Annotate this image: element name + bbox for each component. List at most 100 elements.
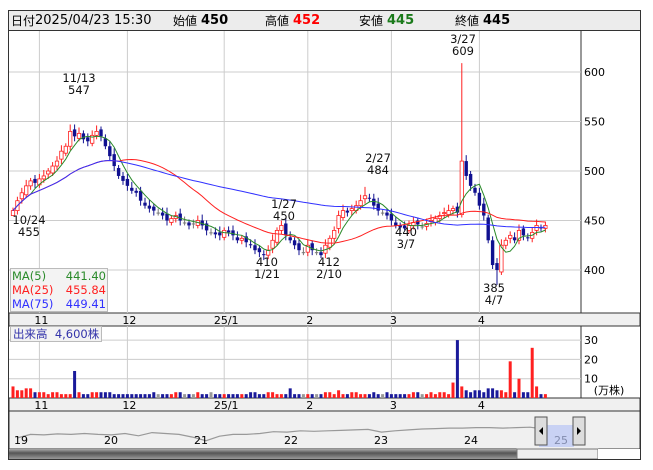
scrollbar-thumb[interactable] bbox=[516, 448, 599, 459]
volume-bar bbox=[222, 394, 226, 398]
navigator-year-label: 20 bbox=[104, 434, 118, 447]
candle-body bbox=[41, 175, 46, 180]
volume-bar bbox=[178, 392, 182, 398]
date-tick-label: 12 bbox=[122, 399, 136, 412]
volume-bar bbox=[161, 394, 165, 398]
candle-body bbox=[345, 210, 350, 213]
volume-bar bbox=[345, 394, 349, 398]
volume-bar bbox=[86, 394, 90, 398]
volume-bar bbox=[284, 394, 288, 398]
volume-bar bbox=[315, 394, 319, 398]
volume-bar bbox=[455, 340, 459, 398]
candle-body bbox=[222, 229, 227, 238]
candle-body bbox=[178, 213, 182, 221]
candle-body bbox=[59, 150, 64, 160]
volume-bar bbox=[350, 392, 354, 398]
volume-bar bbox=[139, 394, 143, 398]
volume-bar bbox=[381, 394, 385, 398]
volume-bar bbox=[310, 394, 314, 398]
candle-body bbox=[187, 222, 191, 226]
volume-bar bbox=[143, 394, 147, 398]
volume-bar bbox=[20, 390, 24, 398]
volume-bar bbox=[108, 392, 112, 398]
volume-bar bbox=[513, 392, 517, 398]
volume-bar bbox=[535, 386, 539, 398]
volume-bar bbox=[306, 394, 310, 398]
annotation-price: 609 bbox=[452, 44, 474, 58]
candle-body bbox=[526, 237, 530, 239]
candle-body bbox=[54, 160, 60, 167]
date-axis-strip bbox=[9, 312, 640, 327]
stock-chart-window: 日付 2025/04/23 15:30 始値 450 高値 452 安値 445… bbox=[8, 10, 641, 460]
volume-bar bbox=[499, 390, 503, 398]
candle-body bbox=[19, 192, 24, 200]
candle-body bbox=[508, 234, 513, 239]
volume-bar bbox=[205, 394, 209, 398]
candle-body bbox=[116, 168, 121, 176]
volume-bar bbox=[477, 390, 481, 398]
volume-bar bbox=[240, 394, 244, 398]
volume-bar bbox=[169, 394, 173, 398]
volume-bar bbox=[174, 392, 178, 398]
volume-bar bbox=[196, 392, 200, 398]
volume-bar bbox=[367, 394, 371, 398]
candle-body bbox=[380, 212, 385, 214]
volume-bar bbox=[262, 394, 266, 398]
date-tick-label: 4 bbox=[478, 314, 485, 327]
volume-bar bbox=[508, 361, 512, 398]
volume-bar bbox=[359, 394, 363, 398]
volume-unit-label: (万株) bbox=[594, 383, 625, 397]
price-tick-label: 450 bbox=[584, 215, 605, 228]
volume-bar bbox=[491, 388, 495, 398]
ma25-row: MA(25) 455.84 bbox=[12, 283, 106, 297]
candle-body bbox=[490, 240, 495, 266]
volume-tick-label: 20 bbox=[584, 353, 598, 366]
volume-bar bbox=[117, 394, 121, 398]
candle-body bbox=[94, 131, 99, 136]
ma5-row: MA(5) 441.40 bbox=[12, 269, 106, 283]
candle-body bbox=[143, 202, 147, 206]
volume-bar bbox=[473, 390, 477, 398]
volume-legend: 出来高 4,600株 bbox=[10, 326, 103, 342]
candle-body bbox=[248, 244, 253, 246]
volume-bar bbox=[209, 392, 213, 398]
date-tick-label: 2 bbox=[306, 314, 313, 327]
volume-label: 出来高 bbox=[13, 327, 48, 341]
chart-canvas: 400450500550600102030(万株)1111121225/125/… bbox=[9, 31, 640, 459]
candle-body bbox=[464, 161, 468, 176]
volume-bar bbox=[420, 394, 424, 398]
ma75-row: MA(75) 449.41 bbox=[12, 297, 106, 311]
volume-bar bbox=[328, 392, 332, 398]
volume-bar bbox=[275, 394, 279, 398]
volume-bar bbox=[68, 394, 72, 398]
volume-bar bbox=[165, 394, 169, 398]
volume-bar bbox=[156, 394, 160, 398]
candle-body bbox=[156, 212, 160, 214]
candle-body bbox=[372, 198, 376, 206]
candle-body bbox=[521, 228, 526, 236]
candle-body bbox=[340, 210, 346, 218]
annotation-price: 484 bbox=[367, 163, 389, 177]
volume-bar bbox=[147, 394, 151, 398]
volume-bar bbox=[112, 394, 116, 398]
candle-body bbox=[99, 129, 103, 137]
date-tick-label: 11 bbox=[34, 399, 48, 412]
candle-body bbox=[512, 237, 517, 241]
volume-bar bbox=[218, 394, 222, 398]
volume-bar bbox=[33, 392, 37, 398]
candle-body bbox=[450, 208, 456, 211]
candle-body bbox=[442, 212, 447, 214]
volume-bar bbox=[231, 394, 235, 398]
volume-bar bbox=[235, 394, 239, 398]
volume-bar bbox=[319, 394, 323, 398]
volume-bar bbox=[42, 392, 46, 398]
volume-tick-label: 30 bbox=[584, 334, 598, 347]
volume-bar bbox=[543, 394, 547, 398]
candle-body bbox=[112, 154, 116, 167]
price-tick-label: 400 bbox=[584, 264, 605, 277]
volume-bar bbox=[429, 392, 433, 398]
volume-bar bbox=[332, 394, 336, 398]
candle-body bbox=[218, 232, 222, 236]
volume-bar bbox=[183, 394, 187, 398]
volume-bar bbox=[99, 392, 103, 398]
